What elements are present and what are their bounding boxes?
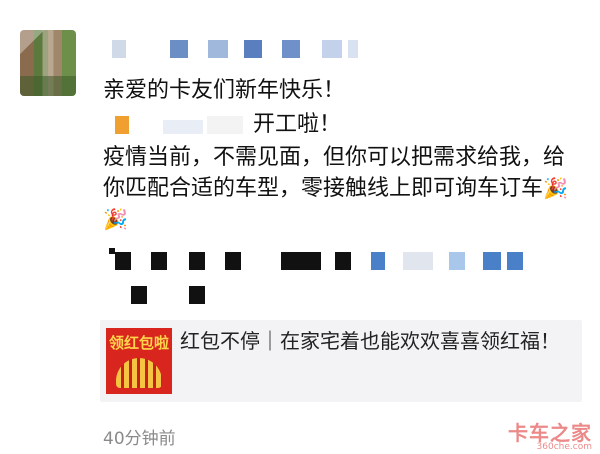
shared-link-card[interactable]: 领红包啦 红包不停｜在家宅着也能欢欢喜喜领红福！ <box>100 320 582 402</box>
avatar[interactable] <box>20 30 76 96</box>
post-body-text: 疫情当前，不需见面，但你可以把需求给我，给你匹配合适的车型，零接触线上即可询车订… <box>103 145 566 201</box>
redacted-contact-line <box>103 248 573 272</box>
watermark-url: 360che.com <box>536 442 592 452</box>
card-thumbnail: 领红包啦 <box>106 328 172 394</box>
card-thumbnail-text: 领红包啦 <box>108 334 169 352</box>
redacted-line-2 <box>103 282 573 306</box>
post-timestamp: 40分钟前 <box>103 429 176 449</box>
post-line-2-text: 开工啦！ <box>253 112 342 137</box>
post-body: 疫情当前，不需见面，但你可以把需求给我，给你匹配合适的车型，零接触线上即可询车订… <box>103 143 573 235</box>
post-greeting: 亲爱的卡友们新年快乐！ <box>103 78 346 103</box>
post-line-2: 开工啦！ <box>103 110 503 140</box>
card-title: 红包不停｜在家宅着也能欢欢喜喜领红福！ <box>180 329 560 353</box>
red-envelope-icon <box>116 358 162 388</box>
